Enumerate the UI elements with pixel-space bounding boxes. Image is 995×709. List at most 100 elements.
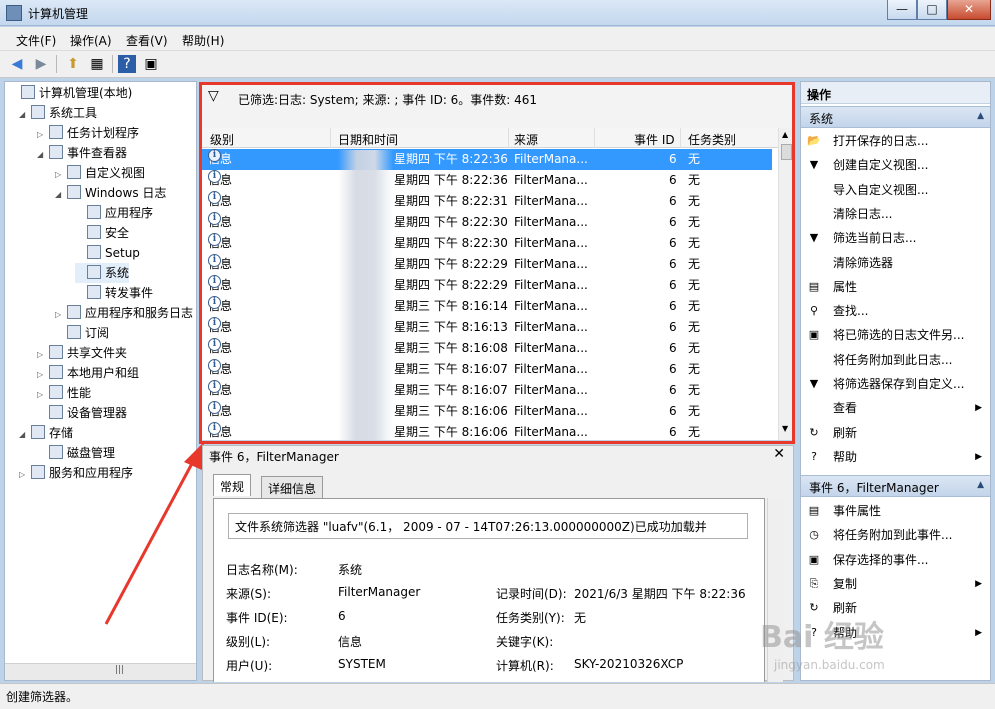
close-button[interactable]: ✕ (947, 0, 991, 20)
up-folder-icon[interactable]: ⬆ (64, 55, 82, 73)
log-icon (87, 245, 101, 259)
action-item[interactable]: ▼ 将筛选器保存到自定义... (801, 373, 990, 395)
tree-item-system-tools[interactable]: ◢ 系统工具 (19, 103, 97, 123)
action-pane-icon[interactable]: ▣ (142, 55, 160, 73)
action-item[interactable]: 清除筛选器 (801, 252, 990, 274)
action-item[interactable]: ▤ 属性 (801, 276, 990, 298)
tree-horizontal-scrollbar[interactable]: ||| (5, 663, 196, 680)
action-item[interactable]: 📂 打开保存的日志... (801, 130, 990, 152)
log-name-label: 日志名称(M): (226, 563, 298, 577)
action-item[interactable]: ▼ 筛选当前日志... (801, 227, 990, 249)
action-label: 清除日志... (833, 206, 893, 221)
tree-item-storage[interactable]: ◢ 存储 (19, 423, 73, 443)
tree-item-computer-management[interactable]: 计算机管理(本地) (9, 83, 132, 103)
menu-view[interactable]: 查看(V) (126, 32, 168, 49)
tree-item-system[interactable]: 系统 (75, 263, 130, 283)
action-item[interactable]: ⎘ 复制 ▶ (801, 573, 990, 595)
status-bar: 创建筛选器。 (0, 683, 995, 709)
action-item[interactable]: 查看 ▶ (801, 397, 990, 419)
action-label: 将任务附加到此日志... (833, 352, 953, 367)
log-icon (87, 205, 101, 219)
event-description[interactable]: 文件系统筛选器 "luafv"(6.1， 2009 - 07 - 14T07:2… (228, 513, 748, 539)
action-label: 查找... (833, 304, 869, 319)
menu-help[interactable]: 帮助(H) (182, 32, 224, 49)
action-icon: ▼ (809, 158, 819, 172)
user-label: 用户(U): (226, 659, 273, 673)
action-label: 帮助 (833, 449, 858, 464)
action-icon (807, 207, 821, 221)
tree-item-subscriptions[interactable]: 订阅 (55, 323, 109, 343)
menu-action[interactable]: 操作(A) (70, 32, 112, 49)
minimize-button[interactable]: — (887, 0, 917, 20)
tree-item-windows-logs[interactable]: ◢ Windows 日志 (55, 183, 166, 203)
general-tab-panel: 文件系统筛选器 "luafv"(6.1， 2009 - 07 - 14T07:2… (213, 498, 765, 682)
tree-item-application[interactable]: 应用程序 (75, 203, 153, 223)
tree-item-setup[interactable]: Setup (75, 243, 140, 263)
tab-details[interactable]: 详细信息 (261, 476, 324, 498)
action-item[interactable]: ⚲ 查找... (801, 300, 990, 322)
event-id-label: 事件 ID(E): (226, 611, 288, 625)
tree-item-task-scheduler[interactable]: ▷ 任务计划程序 (37, 123, 139, 143)
computer-management-icon (6, 5, 22, 21)
action-item[interactable]: ▣ 保存选择的事件... (801, 549, 990, 571)
tree-item-app-service-logs[interactable]: ▷ 应用程序和服务日志 (55, 303, 193, 323)
tools-icon (31, 105, 45, 119)
folder-icon (67, 305, 81, 319)
computer-icon (21, 85, 35, 99)
menu-file[interactable]: 文件(F) (16, 32, 56, 49)
action-label: 清除筛选器 (833, 255, 894, 270)
toolbar: ◀ ▶ ⬆ ▦ ? ▣ (0, 51, 995, 78)
tree-item-event-viewer[interactable]: ◢ 事件查看器 (37, 143, 127, 163)
collapse-icon: ▲ (977, 111, 984, 121)
computer-label: 计算机(R): (496, 659, 554, 673)
action-item[interactable]: 将任务附加到此日志... (801, 349, 990, 371)
action-item[interactable]: ◷ 将任务附加到此事件... (801, 524, 990, 546)
actions-section-event[interactable]: 事件 6，FilterManager ▲ (801, 475, 990, 497)
tree-item-shared-folders[interactable]: ▷ 共享文件夹 (37, 343, 127, 363)
forward-icon[interactable]: ▶ (32, 55, 50, 73)
tree-item-performance[interactable]: ▷ 性能 (37, 383, 91, 403)
recorded-value: 2021/6/3 星期四 下午 8:22:36 (574, 587, 746, 601)
tree-item-security[interactable]: 安全 (75, 223, 129, 243)
help-icon[interactable]: ? (118, 55, 136, 73)
action-icon: ? (811, 449, 817, 463)
subscription-icon (67, 325, 81, 339)
tree-item-local-users-groups[interactable]: ▷ 本地用户和组 (37, 363, 139, 383)
maximize-button[interactable]: □ (917, 0, 947, 20)
baidu-jingyan-watermark: Bai 经验 jingyan.baidu.com (760, 620, 885, 672)
tree-item-custom-views[interactable]: ▷ 自定义视图 (55, 163, 145, 183)
shared-folder-icon (49, 345, 63, 359)
action-item[interactable]: 导入自定义视图... (801, 179, 990, 201)
task-category-label: 任务类别(Y): (496, 611, 565, 625)
back-icon[interactable]: ◀ (8, 55, 26, 73)
action-item[interactable]: ↻ 刷新 (801, 422, 990, 444)
event-id-value: 6 (338, 609, 346, 623)
action-item[interactable]: ▤ 事件属性 (801, 500, 990, 522)
title-bar: 计算机管理 — □ ✕ (0, 0, 995, 26)
status-text: 创建筛选器。 (6, 690, 79, 704)
action-label: 将已筛选的日志文件另... (833, 328, 965, 343)
action-item[interactable]: ▼ 创建自定义视图... (801, 154, 990, 176)
action-label: 保存选择的事件... (833, 552, 929, 567)
action-item[interactable]: ? 帮助 ▶ (801, 446, 990, 468)
tab-general[interactable]: 常规 (213, 474, 252, 496)
action-icon (807, 256, 821, 270)
action-icon: ▣ (808, 328, 820, 342)
action-icon: 📂 (807, 134, 821, 147)
tree-item-device-manager[interactable]: 设备管理器 (37, 403, 127, 423)
event-viewer-icon (49, 145, 63, 159)
actions-section-system[interactable]: 系统 ▲ (801, 106, 990, 128)
detail-close-icon[interactable]: ✕ (773, 446, 785, 462)
recorded-label: 记录时间(D): (496, 587, 567, 601)
tree-item-forwarded-events[interactable]: 转发事件 (75, 283, 153, 303)
action-label: 事件属性 (833, 504, 882, 518)
action-item[interactable]: 清除日志... (801, 203, 990, 225)
level-value: 信息 (338, 635, 363, 649)
action-icon: ▤ (808, 504, 820, 517)
action-icon: ⚲ (809, 304, 819, 318)
performance-icon (49, 385, 63, 399)
show-hide-tree-icon[interactable]: ▦ (88, 55, 106, 73)
action-label: 打开保存的日志... (833, 134, 929, 148)
action-label: 复制 (833, 576, 858, 591)
action-item[interactable]: ▣ 将已筛选的日志文件另... (801, 324, 990, 346)
